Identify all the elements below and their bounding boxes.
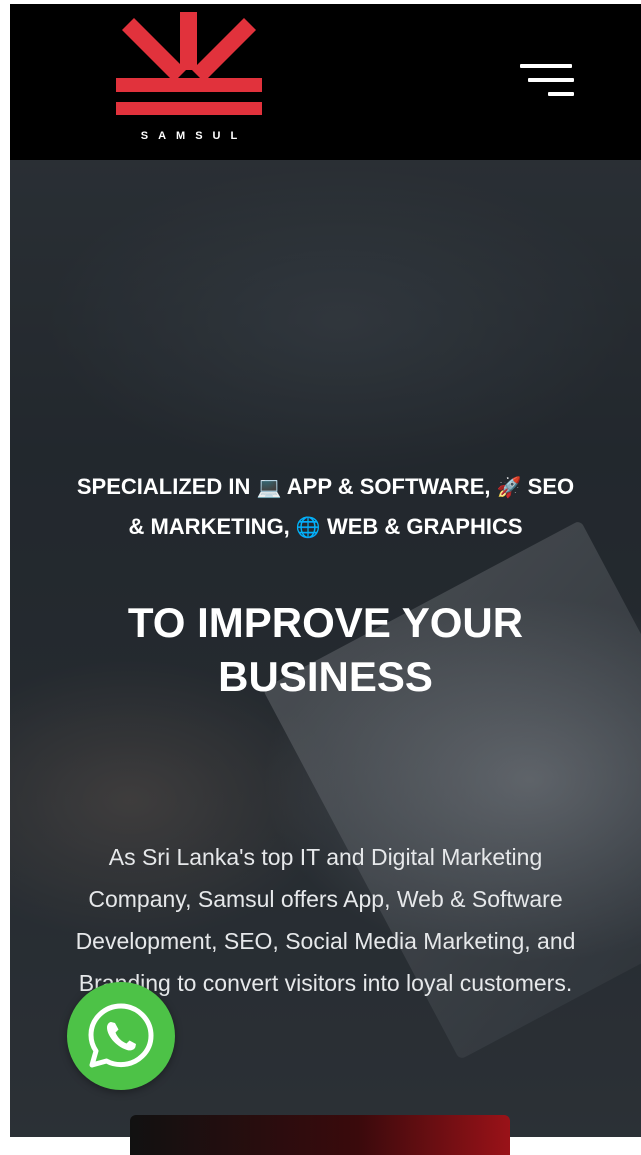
menu-bar-top (520, 64, 572, 68)
whatsapp-icon (88, 1003, 154, 1068)
tagline-seo: SEO (527, 474, 575, 499)
site-header: SAMSUL (10, 4, 641, 160)
menu-bar-bottom (548, 92, 574, 96)
headline-line-1: TO IMPROVE YOUR (127, 599, 524, 646)
description-line-3: Development, SEO, Social Media Marketing… (75, 928, 576, 954)
hamburger-menu-icon[interactable] (516, 62, 576, 98)
tagline-specialized: SPECIALIZED IN (76, 474, 251, 499)
tagline-line-2: & MARKETING, 🌐 WEB & GRAPHICS (10, 507, 641, 547)
brand-name: SAMSUL (140, 130, 248, 142)
laptop-icon: 💻 (256, 475, 282, 499)
description-line-2: Company, Samsul offers App, Web & Softwa… (88, 886, 563, 912)
tagline-web-graphics: WEB & GRAPHICS (326, 514, 523, 539)
description-line-1: As Sri Lanka's top IT and Digital Market… (108, 844, 543, 870)
tagline-app-software: APP & SOFTWARE, (286, 474, 491, 499)
samsul-logo[interactable]: SAMSUL (114, 12, 264, 146)
hero-headline: TO IMPROVE YOUR BUSINESS (10, 596, 641, 704)
hero-tagline: SPECIALIZED IN 💻 APP & SOFTWARE, 🚀 SEO &… (10, 467, 641, 547)
headline-line-2: BUSINESS (218, 653, 433, 700)
tagline-marketing: & MARKETING, (128, 514, 290, 539)
whatsapp-button[interactable] (67, 982, 175, 1090)
page: SAMSUL SPECIALIZED IN 💻 APP & SOFTWARE, … (10, 4, 641, 1137)
hero-description: As Sri Lanka's top IT and Digital Market… (10, 836, 641, 1004)
hero-cta-button[interactable] (130, 1115, 510, 1155)
menu-bar-middle (528, 78, 574, 82)
sun-rays-logo-icon (116, 12, 262, 115)
globe-icon: 🌐 (295, 515, 321, 539)
tagline-line-1: SPECIALIZED IN 💻 APP & SOFTWARE, 🚀 SEO (10, 467, 641, 507)
rocket-icon: 🚀 (496, 475, 522, 499)
